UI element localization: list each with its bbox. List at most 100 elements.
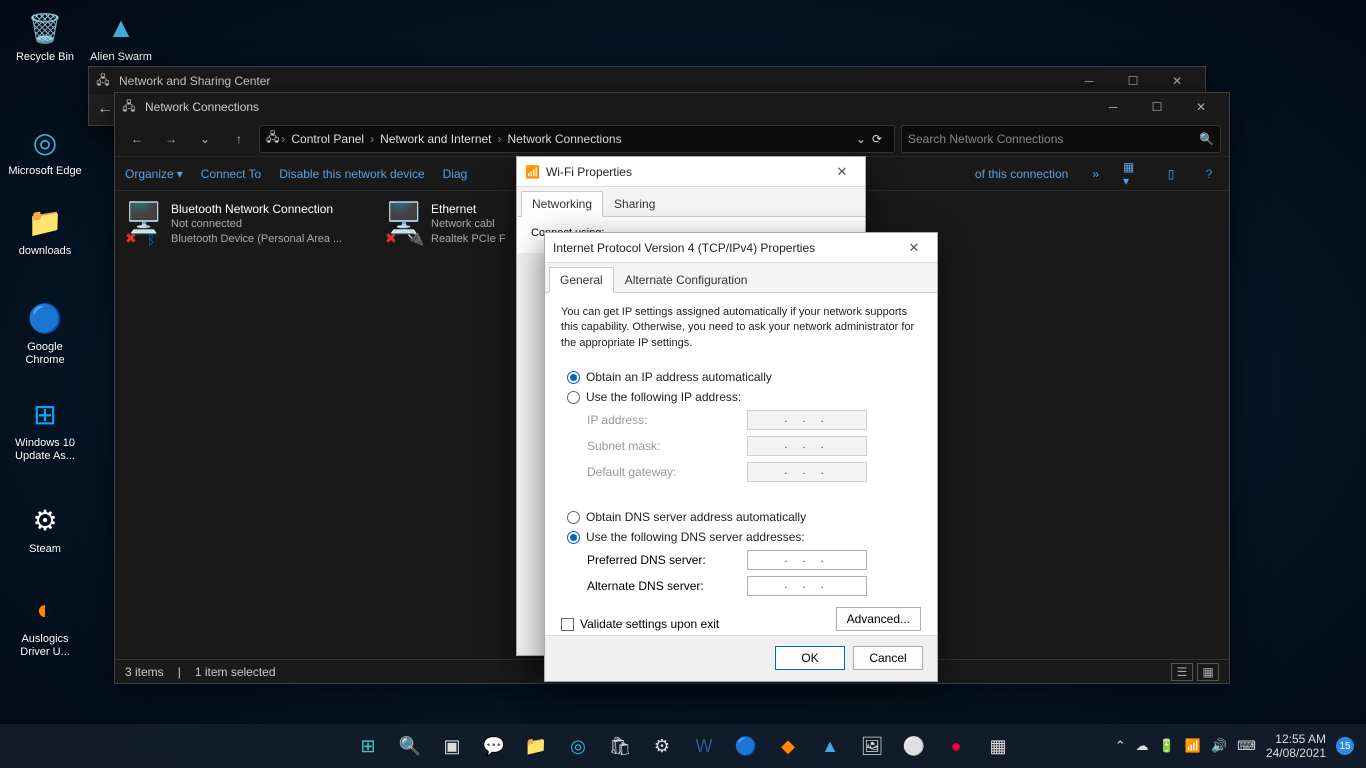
desktop-icon-auslogics[interactable]: ◐ Auslogics Driver U...: [8, 590, 82, 659]
recycle-bin-icon: 🗑️: [25, 8, 65, 48]
tray-wifi-icon[interactable]: 📶: [1185, 738, 1201, 754]
cancel-button[interactable]: Cancel: [853, 646, 923, 670]
connection-status: Network cabl: [431, 217, 506, 232]
chevron-down-icon[interactable]: ⌄: [856, 132, 866, 146]
close-button[interactable]: ✕: [827, 164, 857, 180]
task-view-button[interactable]: ▣: [433, 727, 471, 765]
radio-label: Obtain DNS server address automatically: [586, 510, 806, 524]
start-button[interactable]: ⊞: [349, 727, 387, 765]
close-button[interactable]: ✕: [1179, 93, 1223, 121]
preview-pane-icon[interactable]: ▯: [1161, 164, 1181, 184]
radio-obtain-ip-auto[interactable]: Obtain an IP address automatically: [567, 367, 915, 387]
error-overlay-icon: ✖: [385, 230, 397, 247]
desktop-icon-alien-swarm[interactable]: ▲ Alien Swarm: [84, 8, 158, 64]
minimize-button[interactable]: ─: [1067, 67, 1111, 95]
view-icon[interactable]: ▦ ▾: [1123, 164, 1143, 184]
auslogics-icon: ◐: [25, 590, 65, 630]
validate-label: Validate settings upon exit: [580, 617, 719, 631]
subnet-mask-label: Subnet mask:: [587, 439, 747, 453]
advanced-button[interactable]: Advanced...: [836, 607, 921, 631]
settings-button[interactable]: ⚙: [643, 727, 681, 765]
app-button[interactable]: ▲: [811, 727, 849, 765]
radio-use-dns[interactable]: Use the following DNS server addresses:: [567, 527, 915, 547]
desktop-icon-steam[interactable]: ⚙ Steam: [8, 500, 82, 556]
tray-date: 24/08/2021: [1266, 746, 1326, 760]
address-bar[interactable]: 🖧 › Control Panel › Network and Internet…: [259, 125, 895, 153]
game-icon: ▲: [101, 8, 141, 48]
taskbar: ⊞ 🔍 ▣ 💬 📁 ◎ 🛍 ⚙ W 🔵 ◆ ▲ 🖼 ⚪ ● ▦ ⌃ ☁ 🔋 📶 …: [0, 724, 1366, 768]
chat-button[interactable]: 💬: [475, 727, 513, 765]
more-icon[interactable]: »: [1086, 167, 1105, 181]
connection-item-bluetooth[interactable]: 🖥️ ✖ ᛒ Bluetooth Network Connection Not …: [125, 201, 365, 247]
tray-onedrive-icon[interactable]: ☁: [1136, 738, 1149, 754]
ok-button[interactable]: OK: [775, 646, 845, 670]
desktop-icon-chrome[interactable]: 🔵 Google Chrome: [8, 298, 82, 367]
close-button[interactable]: ✕: [1155, 67, 1199, 95]
breadcrumb-item[interactable]: Network and Internet: [376, 132, 495, 146]
tray-volume-icon[interactable]: 🔊: [1211, 738, 1227, 754]
validate-checkbox[interactable]: [561, 618, 574, 631]
subnet-mask-input: . . .: [747, 436, 867, 456]
store-button[interactable]: 🛍: [601, 727, 639, 765]
edge-button[interactable]: ◎: [559, 727, 597, 765]
desktop-icon-label: Recycle Bin: [8, 51, 82, 64]
maximize-button[interactable]: ☐: [1135, 93, 1179, 121]
nav-up-icon[interactable]: ↑: [225, 125, 253, 153]
back-arrow-icon[interactable]: ←: [97, 100, 113, 118]
search-input[interactable]: Search Network Connections 🔍: [901, 125, 1221, 153]
desktop-icon-label: Windows 10 Update As...: [8, 437, 82, 463]
minimize-button[interactable]: ─: [1091, 93, 1135, 121]
nav-forward-icon[interactable]: →: [157, 125, 185, 153]
help-icon[interactable]: ?: [1199, 164, 1219, 184]
radio-icon: [567, 511, 580, 524]
notification-badge[interactable]: 15: [1336, 737, 1354, 755]
ip-address-label: IP address:: [587, 413, 747, 427]
refresh-icon[interactable]: ⟳: [866, 132, 888, 146]
app-button[interactable]: 🖼: [853, 727, 891, 765]
app-button[interactable]: ◆: [769, 727, 807, 765]
nav-dropdown-icon[interactable]: ⌄: [191, 125, 219, 153]
radio-use-ip[interactable]: Use the following IP address:: [567, 387, 915, 407]
desktop-icon-downloads[interactable]: 📁 downloads: [8, 202, 82, 258]
desktop-icon-win10-update[interactable]: ⊞ Windows 10 Update As...: [8, 394, 82, 463]
tab-alternate-config[interactable]: Alternate Configuration: [614, 267, 759, 292]
tab-general[interactable]: General: [549, 267, 614, 293]
app-button[interactable]: ⚪: [895, 727, 933, 765]
tab-networking[interactable]: Networking: [521, 191, 603, 217]
alternate-dns-label: Alternate DNS server:: [587, 579, 747, 593]
tray-language-icon[interactable]: ⌨: [1237, 738, 1256, 754]
close-button[interactable]: ✕: [899, 240, 929, 256]
app-button[interactable]: ▦: [979, 727, 1017, 765]
breadcrumb-item[interactable]: Control Panel: [287, 132, 368, 146]
status-item-count: 3 items: [125, 665, 164, 679]
alternate-dns-input[interactable]: . . .: [747, 576, 867, 596]
connection-device: Bluetooth Device (Personal Area ...: [171, 232, 342, 247]
diagnose-button[interactable]: Diag: [443, 167, 468, 181]
desktop-icon-recycle-bin[interactable]: 🗑️ Recycle Bin: [8, 8, 82, 64]
radio-obtain-dns-auto[interactable]: Obtain DNS server address automatically: [567, 507, 915, 527]
tray-battery-icon[interactable]: 🔋: [1159, 738, 1175, 754]
app-icon: 🖧: [121, 99, 137, 115]
organize-button[interactable]: Organize ▾: [125, 167, 183, 181]
tray-clock[interactable]: 12:55 AM 24/08/2021: [1266, 732, 1326, 761]
nav-back-icon[interactable]: ←: [123, 125, 151, 153]
tab-sharing[interactable]: Sharing: [603, 191, 666, 216]
view-details-button[interactable]: ☰: [1171, 663, 1193, 681]
preferred-dns-input[interactable]: . . .: [747, 550, 867, 570]
app-button[interactable]: ●: [937, 727, 975, 765]
chrome-button[interactable]: 🔵: [727, 727, 765, 765]
desktop-icon-edge[interactable]: ◎ Microsoft Edge: [8, 122, 82, 178]
file-explorer-button[interactable]: 📁: [517, 727, 555, 765]
breadcrumb-item[interactable]: Network Connections: [504, 132, 626, 146]
maximize-button[interactable]: ☐: [1111, 67, 1155, 95]
disable-device-button[interactable]: Disable this network device: [279, 167, 424, 181]
tray-chevron-icon[interactable]: ⌃: [1115, 738, 1126, 754]
chrome-icon: 🔵: [25, 298, 65, 338]
word-button[interactable]: W: [685, 727, 723, 765]
tray-time: 12:55 AM: [1266, 732, 1326, 746]
search-button[interactable]: 🔍: [391, 727, 429, 765]
connection-status: Not connected: [171, 217, 342, 232]
radio-label: Use the following DNS server addresses:: [586, 530, 805, 544]
view-large-button[interactable]: ▦: [1197, 663, 1219, 681]
connect-to-button[interactable]: Connect To: [201, 167, 262, 181]
